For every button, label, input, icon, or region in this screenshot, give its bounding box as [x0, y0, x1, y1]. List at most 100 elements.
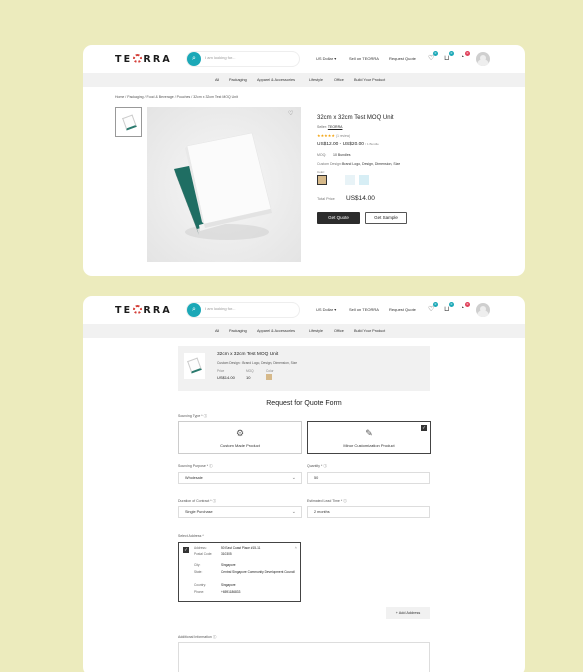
- phone-key: Phone:: [194, 590, 205, 594]
- wishlist-badge: 0: [433, 302, 438, 307]
- logo[interactable]: TE RRA: [115, 305, 172, 316]
- spec-design-label: Custom Design:: [317, 162, 342, 166]
- get-quote-button[interactable]: Get Quote: [317, 212, 360, 224]
- sell-link[interactable]: Sell on TEORRA: [349, 307, 379, 312]
- purpose-value: Wholesale: [185, 476, 203, 480]
- gear-icon: ⚙: [235, 428, 245, 438]
- country-value: Singapore: [221, 583, 236, 587]
- rating: ★★★★★ (1 review): [317, 133, 350, 138]
- type-minor-customization[interactable]: ✓ ✎ Minor Customization Product: [307, 421, 431, 454]
- search-bar[interactable]: ⌕ I am looking for...: [187, 52, 299, 66]
- cart-icon[interactable]: ⊔: [444, 305, 449, 313]
- logo-mark-icon: [133, 54, 143, 63]
- total-price-value: US$14.00: [346, 195, 375, 202]
- nav-item-lifestyle[interactable]: Lifestyle: [309, 329, 323, 333]
- avatar[interactable]: [476, 303, 490, 317]
- checkbox-checked-icon[interactable]: ✓: [183, 547, 189, 553]
- city-value: Singapore: [221, 563, 236, 567]
- search-icon[interactable]: ⌕: [187, 303, 201, 317]
- duration-select[interactable]: Single Purchase ⌄: [178, 506, 302, 518]
- avatar[interactable]: [476, 52, 490, 66]
- address-card[interactable]: ✓ ˄ Address: 50 East Coast Place #15-11 …: [178, 542, 301, 602]
- quantity-field[interactable]: 50: [307, 472, 430, 484]
- summary-price-value: US$14.00: [217, 375, 235, 380]
- currency-label: US Dollar: [316, 56, 334, 61]
- search-input[interactable]: I am looking for...: [205, 306, 235, 311]
- add-address-button[interactable]: + Add Address: [386, 607, 430, 619]
- get-sample-button[interactable]: Get Sample: [365, 212, 407, 224]
- lead-time-label: Estimated Lead Time * ⓘ: [307, 499, 347, 503]
- cart-badge: 0: [449, 51, 454, 56]
- logo-text-right: RRA: [143, 54, 172, 65]
- request-quote-link[interactable]: Request Quote: [389, 307, 416, 312]
- price-range-value: US$12.00 - US$20.00: [317, 142, 364, 147]
- total-price-label: Total Price: [317, 197, 335, 201]
- color-label: Color:: [317, 170, 326, 174]
- summary-color-label: Color: [266, 369, 274, 373]
- state-key: State:: [194, 570, 203, 574]
- purpose-label: Sourcing Purpose * ⓘ: [178, 464, 213, 468]
- logo[interactable]: TE RRA: [115, 54, 172, 65]
- price-unit: / 1 Bundle: [365, 142, 379, 146]
- type-custom-made[interactable]: ⚙ Custom Made Product: [178, 421, 302, 454]
- seller-label: Seller:: [317, 125, 327, 129]
- nav-item-all[interactable]: All: [215, 329, 219, 333]
- notification-badge: 0: [465, 51, 470, 56]
- search-input[interactable]: I am looking for...: [205, 55, 235, 60]
- summary-description: Custom Design : Brand Logo, Design, Dime…: [217, 361, 298, 365]
- request-quote-link[interactable]: Request Quote: [389, 56, 416, 61]
- nav-item-office[interactable]: Office: [334, 329, 344, 333]
- currency-selector[interactable]: US Dollar ▾: [316, 56, 336, 61]
- additional-info-label: Additional Information ⓘ: [178, 635, 217, 639]
- seller-link[interactable]: TEORRA: [328, 125, 343, 129]
- search-icon[interactable]: ⌕: [187, 52, 201, 66]
- nav-item-lifestyle[interactable]: Lifestyle: [309, 78, 323, 82]
- lead-time-value: 2 months: [314, 510, 330, 514]
- purpose-select[interactable]: Wholesale ⌄: [178, 472, 302, 484]
- color-swatch[interactable]: [359, 175, 369, 185]
- color-swatch[interactable]: [345, 175, 355, 185]
- summary-moq-label: MOQ: [246, 369, 254, 373]
- product-title: 32cm x 32cm Test MOQ Unit: [317, 115, 394, 121]
- wishlist-badge: 0: [433, 51, 438, 56]
- seller-info: Seller: TEORRA: [317, 125, 342, 129]
- rfq-form-card: TE RRA ⌕ I am looking for... US Dollar ▾ …: [83, 296, 525, 672]
- lead-time-text: Estimated Lead Time *: [307, 499, 343, 503]
- bell-icon[interactable]: ◔: [460, 305, 464, 312]
- nav-item-build[interactable]: Build Your Product: [354, 78, 385, 82]
- search-bar[interactable]: ⌕ I am looking for...: [187, 303, 299, 317]
- nav-item-apparel[interactable]: Apparel & Accessories: [257, 78, 295, 82]
- additional-info-textarea[interactable]: [178, 642, 430, 672]
- city-key: City:: [194, 563, 201, 567]
- currency-selector[interactable]: US Dollar ▾: [316, 307, 336, 312]
- nav-item-all[interactable]: All: [215, 78, 219, 82]
- currency-label: US Dollar: [316, 307, 334, 312]
- price-range: US$12.00 - US$20.00 / 1 Bundle: [317, 142, 379, 147]
- color-swatch-selected[interactable]: [317, 175, 327, 185]
- cart-icon[interactable]: ⊔: [444, 54, 449, 62]
- sell-link[interactable]: Sell on TEORRA: [349, 56, 379, 61]
- nav-item-build[interactable]: Build Your Product: [354, 329, 385, 333]
- lead-time-field[interactable]: 2 months: [307, 506, 430, 518]
- top-header: TE RRA ⌕ I am looking for... US Dollar ▾ …: [83, 296, 525, 324]
- review-count[interactable]: (1 review): [336, 134, 350, 138]
- spec-moq-label: MOQ:: [317, 153, 327, 157]
- nav-item-packaging[interactable]: Packaging: [229, 78, 247, 82]
- chevron-down-icon: ⌄: [291, 475, 296, 481]
- bell-icon[interactable]: ◔: [460, 54, 464, 61]
- color-swatch[interactable]: [331, 175, 341, 185]
- logo-mark-icon: [133, 305, 143, 314]
- chevron-down-icon: ⌄: [291, 509, 296, 515]
- quantity-value: 50: [314, 476, 319, 480]
- nav-item-packaging[interactable]: Packaging: [229, 329, 247, 333]
- logo-text-right: RRA: [143, 305, 172, 316]
- breadcrumb[interactable]: Home / Packaging / Food & Beverage / Pou…: [115, 95, 238, 99]
- wishlist-heart-icon[interactable]: ♡: [288, 110, 293, 117]
- purpose-text: Sourcing Purpose *: [178, 464, 209, 468]
- chevron-up-icon[interactable]: ˄: [295, 545, 297, 550]
- spec-design-value: Brand Logo, Design, Dimension, Size: [342, 162, 401, 166]
- product-thumbnail[interactable]: [115, 107, 142, 137]
- nav-item-apparel[interactable]: Apparel & Accessories: [257, 329, 295, 333]
- nav-item-office[interactable]: Office: [334, 78, 344, 82]
- tag-icon: ✎: [365, 428, 373, 438]
